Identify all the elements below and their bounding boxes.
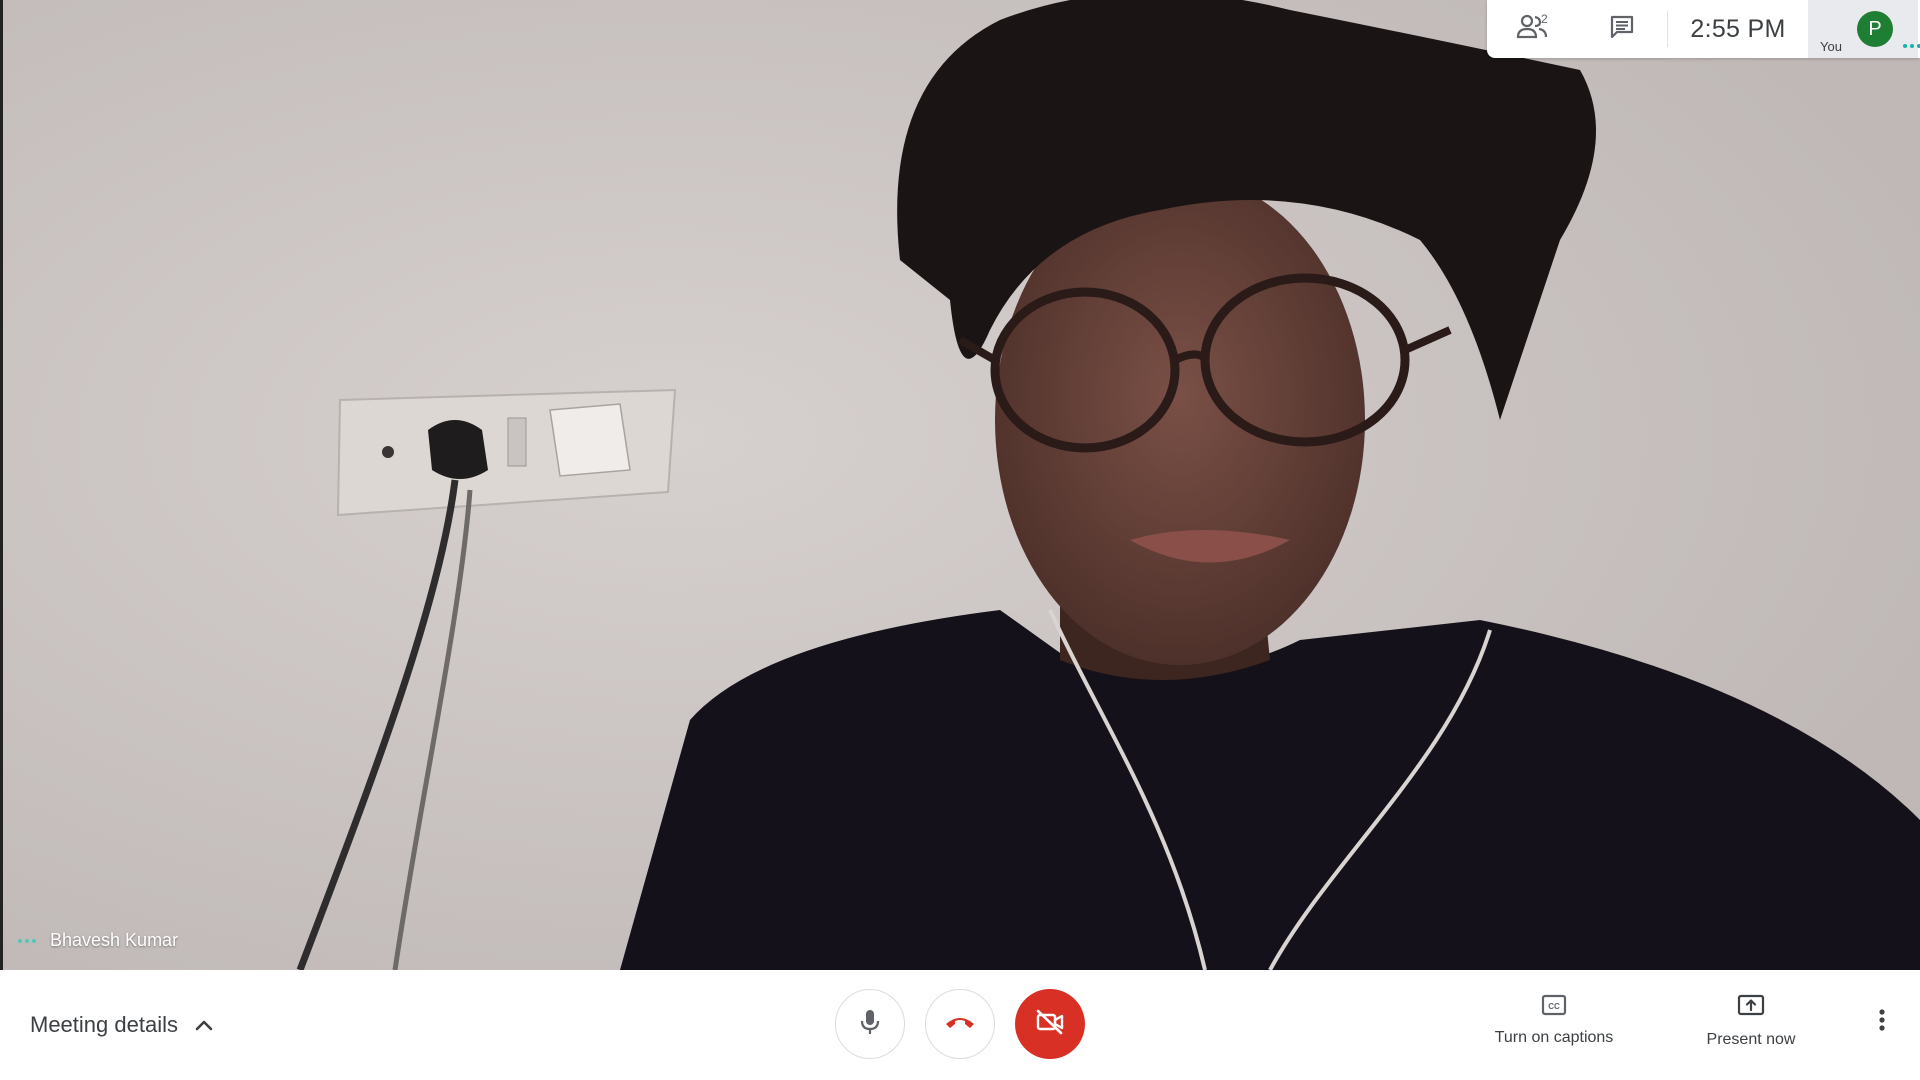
present-screen-icon (1737, 994, 1765, 1023)
video-frame-illustration (0, 0, 1920, 970)
microphone-icon (859, 1008, 881, 1041)
more-vertical-icon (1878, 1008, 1886, 1037)
present-now-button[interactable]: Present now (1700, 994, 1802, 1060)
chat-icon (1609, 14, 1635, 45)
closed-captions-icon: CC (1541, 994, 1567, 1021)
participant-name-tag: Bhavesh Kumar (18, 930, 178, 951)
avatar: P (1857, 11, 1893, 47)
self-audio-activity-icon (1903, 44, 1920, 48)
hang-up-button[interactable] (925, 989, 995, 1059)
svg-text:CC: CC (1548, 1002, 1560, 1011)
audio-activity-icon (18, 938, 36, 943)
chevron-up-icon (194, 1012, 214, 1038)
present-now-label: Present now (1706, 1031, 1796, 1048)
self-view-label: You (1820, 39, 1842, 54)
video-frame-edge (0, 0, 3, 970)
meeting-details-button[interactable]: Meeting details (30, 970, 214, 1080)
camera-toggle-button[interactable] (1015, 989, 1085, 1059)
participant-video: Bhavesh Kumar (0, 0, 1920, 970)
captions-button[interactable]: CC Turn on captions (1486, 994, 1622, 1060)
captions-label: Turn on captions (1494, 1029, 1614, 1046)
meet-window: Bhavesh Kumar 2 2:55 PM You P Meeting de… (0, 0, 1920, 1080)
more-options-button[interactable] (1864, 998, 1900, 1046)
people-button[interactable]: 2 (1487, 0, 1577, 58)
call-controls-bar: Meeting details CC Turn on captions Pres… (0, 970, 1920, 1080)
camera-off-icon (1035, 1009, 1065, 1040)
people-count-badge: 2 (1541, 12, 1548, 26)
meeting-clock: 2:55 PM (1690, 14, 1786, 43)
self-view-tile[interactable]: You P (1808, 0, 1920, 58)
participant-name: Bhavesh Kumar (50, 930, 179, 950)
top-right-panel: 2 2:55 PM You P (1487, 0, 1920, 58)
avatar-initial: P (1868, 17, 1882, 40)
hang-up-icon (944, 1014, 976, 1035)
chat-button[interactable] (1577, 0, 1667, 58)
microphone-button[interactable] (835, 989, 905, 1059)
meeting-details-label: Meeting details (30, 1012, 178, 1037)
